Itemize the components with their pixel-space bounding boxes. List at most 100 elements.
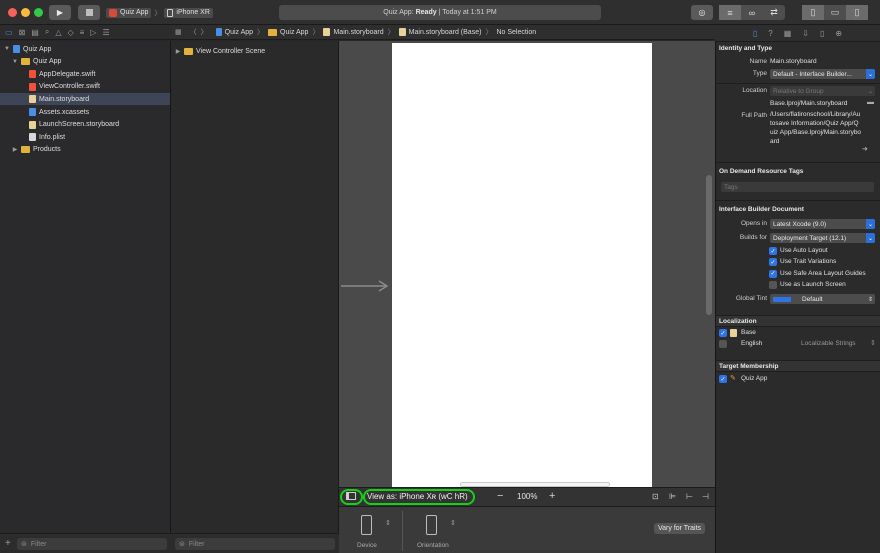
location-path: Base.lproj/Main.storyboard xyxy=(770,100,848,107)
size-inspector-icon[interactable]: ▯ xyxy=(820,29,824,38)
scheme-selector[interactable]: Quiz App 〉 iPhone XR xyxy=(106,6,213,19)
inspector-toggle-icon[interactable]: ▯ xyxy=(846,5,868,20)
folder-reveal-icon[interactable]: ▬ xyxy=(867,99,874,106)
resolve-issues-icon[interactable]: ⊣ xyxy=(702,492,709,501)
navigator-item[interactable]: Main.storyboard xyxy=(0,93,170,106)
vary-for-traits-button[interactable]: Vary for Traits xyxy=(654,523,706,534)
location-popup[interactable]: Relative to Group ⌄ xyxy=(770,86,875,96)
back-icon[interactable]: 〈 xyxy=(190,27,197,37)
zoom-out-button[interactable]: − xyxy=(497,490,503,502)
breadcrumb-project[interactable]: Quiz App xyxy=(215,28,253,36)
disclosure-right-icon[interactable]: ▶ xyxy=(175,48,181,55)
align-icon[interactable]: ⊫ xyxy=(669,492,676,501)
device-phone-icon[interactable] xyxy=(361,515,372,535)
orientation-phone-icon[interactable] xyxy=(426,515,437,535)
builds-for-popup[interactable]: Deployment Target (12.1) ⌄ xyxy=(770,233,875,243)
breadcrumb-group[interactable]: Quiz App xyxy=(268,28,308,36)
connections-inspector-icon[interactable]: ⊕ xyxy=(835,29,842,38)
zoom-level[interactable]: 100% xyxy=(517,492,537,501)
swift-file-icon xyxy=(29,82,36,91)
view-controller-scene[interactable] xyxy=(392,43,652,487)
storyboard-file-icon xyxy=(323,28,331,36)
quiz-app-target-checkbox[interactable]: ✓ xyxy=(719,375,727,383)
stop-button[interactable] xyxy=(78,5,100,20)
attributes-inspector-icon[interactable]: ⇩ xyxy=(802,29,809,38)
navigator-item[interactable]: Info.plist xyxy=(0,131,170,143)
breadcrumb-localization[interactable]: Main.storyboard (Base) xyxy=(398,28,481,36)
ib-option-checkbox[interactable]: ✓ xyxy=(769,258,777,267)
canvas-vertical-scrollbar[interactable] xyxy=(706,175,712,315)
navigator-item[interactable]: ▼ Quiz App xyxy=(0,43,170,55)
device-stepper-icon[interactable]: ⇕ xyxy=(385,519,391,527)
global-tint-popup[interactable]: Default ⇕ xyxy=(770,294,875,304)
navigator-item[interactable]: LaunchScreen.storyboard xyxy=(0,119,170,131)
breadcrumb-file[interactable]: Main.storyboard xyxy=(323,28,384,36)
debug-icon[interactable]: ≡ xyxy=(80,28,85,37)
zoom-window-button[interactable] xyxy=(34,8,43,17)
minimize-window-button[interactable] xyxy=(21,8,30,17)
forward-icon[interactable]: 〉 xyxy=(201,27,208,37)
version-editor-icon[interactable]: ⇄ xyxy=(763,5,785,20)
navigator-item[interactable]: ▶ Products xyxy=(0,144,170,156)
type-popup[interactable]: Default - Interface Builder... ⌄ xyxy=(770,69,875,79)
issue-icon[interactable]: △ xyxy=(55,28,61,37)
base-localization-checkbox[interactable]: ✓ xyxy=(719,329,727,337)
add-icon[interactable]: + xyxy=(5,538,11,549)
debug-toggle-icon[interactable]: ▭ xyxy=(824,5,846,20)
run-button[interactable]: ▶ xyxy=(49,5,71,20)
breakpoint-icon[interactable]: ▷ xyxy=(90,28,96,37)
breadcrumb-selection[interactable]: No Selection xyxy=(496,29,536,36)
opens-in-popup[interactable]: Latest Xcode (9.0) ⌄ xyxy=(770,219,875,229)
orientation-label: Orientation xyxy=(417,542,449,549)
scheme-device[interactable]: iPhone XR xyxy=(164,7,213,18)
orientation-stepper-icon[interactable]: ⇕ xyxy=(450,519,456,527)
navigator-toggle-icon[interactable]: ▯ xyxy=(802,5,824,20)
scene-icon xyxy=(184,47,193,55)
disclosure-down-icon[interactable]: ▼ xyxy=(12,59,18,65)
close-window-button[interactable] xyxy=(8,8,17,17)
test-icon[interactable]: ◇ xyxy=(67,28,73,37)
navigator-item[interactable]: AppDelegate.swift xyxy=(0,68,170,80)
standard-editor-icon[interactable]: ≡ xyxy=(719,5,741,20)
panel-toggle-control[interactable]: ▯ ▭ ▯ xyxy=(802,5,868,20)
english-localization-type[interactable]: Localizable Strings xyxy=(801,339,856,348)
name-value[interactable]: Main.storyboard xyxy=(770,57,817,66)
editor-mode-control[interactable]: ≡ ∞ ⇄ xyxy=(719,5,785,20)
folder-icon[interactable]: ▭ xyxy=(5,28,13,37)
identity-inspector-icon[interactable]: ▦ xyxy=(784,29,792,38)
report-icon[interactable]: ☰ xyxy=(102,28,109,37)
ib-option-checkbox[interactable]: ✓ xyxy=(769,280,777,289)
navigator-item[interactable]: Assets.xcassets xyxy=(0,106,170,118)
global-tint-label: Global Tint xyxy=(735,295,767,302)
navigator-item[interactable]: ▼ Quiz App xyxy=(0,56,170,68)
ib-option-label: Use as Launch Screen xyxy=(780,280,846,288)
ib-option-checkbox[interactable]: ✓ xyxy=(769,269,777,278)
outline-scene-row[interactable]: ▶ View Controller Scene xyxy=(175,45,335,57)
add-constraints-icon[interactable]: ⊢ xyxy=(686,492,693,501)
file-inspector-icon[interactable]: ▯ xyxy=(753,29,757,38)
embed-in-icon[interactable]: ⊡ xyxy=(652,492,659,501)
disclosure-down-icon[interactable]: ▼ xyxy=(4,46,10,52)
english-localization-checkbox[interactable]: ✓ xyxy=(719,340,727,348)
disclosure-right-icon[interactable]: ▶ xyxy=(12,146,18,153)
navigator-item[interactable]: ViewController.swift xyxy=(0,81,170,93)
chevron-updown-icon: ⇕ xyxy=(870,340,876,347)
zoom-in-button[interactable]: + xyxy=(549,490,555,502)
scheme-app[interactable]: Quiz App xyxy=(106,7,152,18)
related-items-icon[interactable]: ▦ xyxy=(175,28,182,36)
quick-help-icon[interactable]: ? xyxy=(768,29,772,38)
navigator-filter-input[interactable]: ⊜ Filter xyxy=(17,538,167,550)
source-control-icon[interactable]: ⊠ xyxy=(19,28,26,37)
ib-option-checkbox[interactable]: ✓ xyxy=(769,247,777,255)
swift-file-icon xyxy=(29,70,36,79)
library-button[interactable]: ◎ xyxy=(691,5,713,20)
symbol-icon[interactable]: ▤ xyxy=(31,28,39,37)
find-icon[interactable]: ⌕ xyxy=(45,27,49,37)
assistant-editor-icon[interactable]: ∞ xyxy=(741,5,763,20)
view-as-device-button[interactable]: View as: iPhone Xʀ (wC hR) xyxy=(367,492,468,501)
document-outline-toggle-icon[interactable] xyxy=(346,492,356,500)
outline-filter-input[interactable]: ⊜ Filter xyxy=(175,538,335,550)
reveal-in-finder-icon[interactable]: ➜ xyxy=(862,145,868,153)
tags-field[interactable]: Tags xyxy=(721,182,874,192)
navigator-item-label: ViewController.swift xyxy=(39,83,100,91)
